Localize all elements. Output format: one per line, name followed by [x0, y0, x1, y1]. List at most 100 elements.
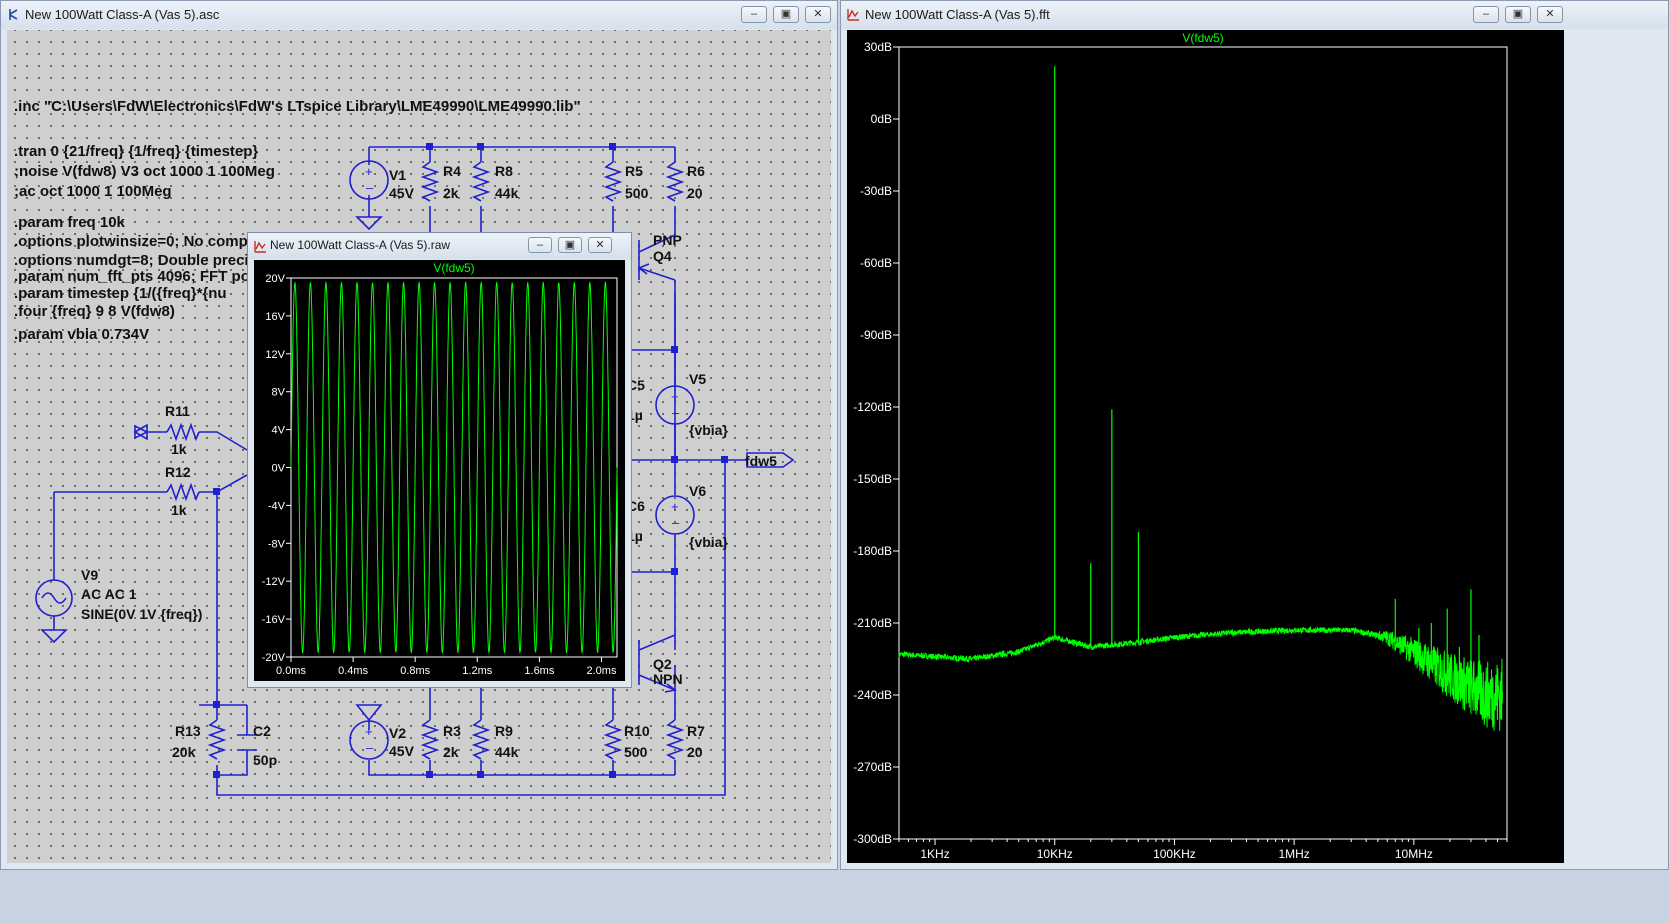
fft-x-tick-label: 1KHz [920, 847, 949, 861]
raw-y-tick-label: -8V [268, 538, 286, 550]
fft-y-tick-label: -300dB [853, 832, 892, 846]
label-q4-type: PNP [653, 232, 682, 248]
fft-y-tick-label: -210dB [853, 616, 892, 630]
label-q2-type: NPN [653, 671, 683, 687]
fft-minimize-button[interactable]: – [1473, 6, 1499, 23]
label-v1-value: 45V [389, 185, 415, 201]
raw-y-tick-label: -12V [262, 576, 286, 588]
label-r13-value: 20k [172, 744, 196, 760]
fft-y-tick-label: -90dB [860, 328, 892, 342]
raw-y-tick-label: -20V [262, 652, 286, 664]
label-v6-value: {vbia} [689, 534, 728, 550]
fft-y-tick-label: -270dB [853, 760, 892, 774]
raw-titlebar[interactable]: New 100Watt Class-A (Vas 5).raw – ▣ ✕ [248, 233, 631, 259]
close-button[interactable]: ✕ [805, 6, 831, 23]
net-label-fdw5: fdw5 [745, 453, 777, 469]
raw-x-tick-label: 0.4ms [338, 665, 368, 677]
fft-close-button[interactable]: ✕ [1537, 6, 1563, 23]
label-q4-name: Q4 [653, 248, 672, 264]
fft-x-tick-label: 10KHz [1037, 847, 1073, 861]
raw-y-tick-label: -4V [268, 500, 286, 512]
fft-restore-button[interactable]: ▣ [1505, 6, 1531, 23]
fft-titlebar[interactable]: New 100Watt Class-A (Vas 5).fft – ▣ ✕ [841, 1, 1668, 29]
raw-x-tick-label: 0.0ms [276, 665, 306, 677]
label-r9-value: 44k [495, 744, 519, 760]
label-v1-name: V1 [389, 167, 406, 183]
label-v5-name: V5 [689, 371, 706, 387]
svg-text:–: – [366, 740, 374, 755]
label-v9-line1: AC AC 1 [81, 586, 137, 602]
schematic-window-title: New 100Watt Class-A (Vas 5).asc [25, 7, 220, 22]
raw-y-tick-label: 4V [272, 425, 286, 437]
label-r12-name: R12 [165, 464, 191, 480]
fft-y-tick-label: -120dB [853, 400, 892, 414]
label-r4-name: R4 [443, 163, 461, 179]
label-v5-value: {vbia} [689, 422, 728, 438]
fft-x-tick-label: 1MHz [1278, 847, 1309, 861]
schematic-app-icon [9, 9, 18, 20]
schematic-titlebar[interactable]: New 100Watt Class-A (Vas 5).asc – ▣ ✕ [1, 1, 837, 29]
waveform-app-icon [254, 241, 266, 253]
label-r3-value: 2k [443, 744, 459, 760]
waveform-app-icon [847, 9, 859, 21]
fft-y-tick-label: 0dB [871, 112, 892, 126]
fft-plot-frame [898, 46, 1508, 840]
fft-window-title: New 100Watt Class-A (Vas 5).fft [865, 7, 1050, 22]
svg-text:+: + [671, 499, 679, 514]
svg-text:+: + [365, 724, 373, 739]
raw-restore-button[interactable]: ▣ [558, 237, 582, 253]
raw-x-tick-label: 2.0ms [586, 665, 616, 677]
fft-noise-floor [898, 625, 1503, 731]
svg-text:–: – [672, 405, 680, 420]
minimize-button[interactable]: – [741, 6, 767, 23]
fft-x-tick-label: 10MHz [1395, 847, 1433, 861]
schematic-window[interactable]: New 100Watt Class-A (Vas 5).asc – ▣ ✕ .i… [0, 0, 838, 870]
label-v2-name: V2 [389, 725, 406, 741]
raw-y-tick-label: 12V [265, 349, 285, 361]
label-r5-value: 500 [625, 185, 649, 201]
label-r4-value: 2k [443, 185, 459, 201]
label-r7-value: 20 [687, 744, 703, 760]
label-r13-name: R13 [175, 723, 201, 739]
fft-y-tick-label: -180dB [853, 544, 892, 558]
raw-y-tick-label: 0V [272, 463, 286, 475]
raw-trace-label: V(fdw5) [433, 261, 474, 275]
label-r12-value: 1k [171, 502, 187, 518]
fft-plot-area[interactable]: V(fdw5) 30dB 0dB -30dB -60dB -90dB -120dB -150d… [847, 30, 1564, 863]
label-r6-value: 20 [687, 185, 703, 201]
fft-y-tick-label: -240dB [853, 688, 892, 702]
label-r5-name: R5 [625, 163, 643, 179]
label-v6-name: V6 [689, 483, 706, 499]
fft-y-tick-label: 30dB [864, 40, 892, 54]
fft-y-tick-label: -30dB [860, 184, 892, 198]
raw-close-button[interactable]: ✕ [588, 237, 612, 253]
svg-text:+: + [671, 389, 679, 404]
raw-x-tick-label: 0.8ms [400, 665, 430, 677]
label-v9-line2: SINE(0V 1V {freq}) [81, 606, 202, 622]
raw-y-tick-label: 20V [265, 273, 285, 285]
svg-text:–: – [366, 180, 374, 195]
fft-plot: V(fdw5) 30dB 0dB -30dB -60dB -90dB -120dB -150d… [853, 31, 1508, 861]
raw-plot: V(fdw5) 20V 16V 12V 8V 4V 0V -4V -8V -12V -16V -20V… [262, 261, 618, 677]
label-c2-name: C2 [253, 723, 271, 739]
svg-text:+: + [365, 164, 373, 179]
fft-window[interactable]: New 100Watt Class-A (Vas 5).fft – ▣ ✕ V(… [840, 0, 1669, 870]
raw-plot-area[interactable]: V(fdw5) 20V 16V 12V 8V 4V 0V -4V -8V -12V -16V -20V… [254, 260, 625, 681]
label-c2-value: 50p [253, 752, 277, 768]
raw-y-tick-label: 16V [265, 311, 285, 323]
raw-x-tick-label: 1.2ms [462, 665, 492, 677]
fft-y-tick-label: -60dB [860, 256, 892, 270]
svg-text:–: – [672, 515, 680, 530]
label-r11-value: 1k [171, 441, 187, 457]
raw-minimize-button[interactable]: – [528, 237, 552, 253]
label-r10-name: R10 [624, 723, 650, 739]
label-r11-name: R11 [165, 403, 190, 419]
label-q2-name: Q2 [653, 656, 672, 672]
schematic-canvas[interactable]: .inc "C:\Users\FdW\Electronics\FdW's LTs… [7, 30, 831, 863]
label-r6-name: R6 [687, 163, 705, 179]
label-r3-name: R3 [443, 723, 461, 739]
raw-window[interactable]: New 100Watt Class-A (Vas 5).raw – ▣ ✕ V(… [247, 232, 632, 688]
restore-button[interactable]: ▣ [773, 6, 799, 23]
raw-window-title: New 100Watt Class-A (Vas 5).raw [270, 238, 451, 252]
label-r9-name: R9 [495, 723, 513, 739]
